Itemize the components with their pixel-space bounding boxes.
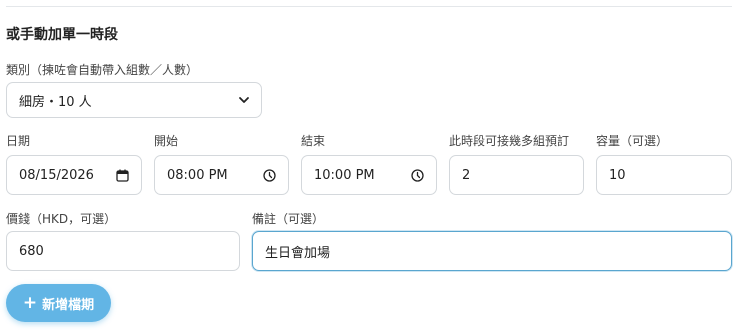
- section-title: 或手動加單一時段: [6, 27, 118, 43]
- add-slot-label: 新增檔期: [42, 297, 95, 313]
- note-input[interactable]: 生日會加場: [252, 231, 732, 271]
- note-value: 生日會加場: [265, 245, 331, 261]
- date-label: 日期: [6, 134, 31, 148]
- end-time-label: 結束: [301, 134, 326, 148]
- top-divider: [6, 6, 732, 7]
- room-select[interactable]: 細房・10 人: [6, 82, 262, 118]
- capacity-input[interactable]: 10: [596, 155, 732, 195]
- calendar-icon[interactable]: [115, 168, 129, 182]
- end-time-value: 10:00 PM: [314, 167, 375, 183]
- clock-icon[interactable]: [410, 168, 424, 182]
- capacity-label: 容量（可選）: [596, 134, 669, 148]
- start-time-value: 08:00 PM: [167, 167, 228, 183]
- clock-icon[interactable]: [262, 168, 276, 182]
- room-select-label: 類別（揀咗會自動帶入組數／人數）: [6, 63, 199, 77]
- end-time-input[interactable]: 10:00 PM: [301, 155, 437, 195]
- price-input[interactable]: 680: [6, 231, 240, 271]
- start-time-input[interactable]: 08:00 PM: [154, 155, 289, 195]
- price-value: 680: [19, 243, 44, 259]
- date-value: 08/15/2026: [19, 167, 94, 183]
- date-input[interactable]: 08/15/2026: [6, 155, 142, 195]
- room-select-value: 細房・10 人: [19, 94, 92, 110]
- note-label: 備註（可選）: [252, 212, 325, 226]
- groups-value: 2: [462, 167, 471, 183]
- groups-input[interactable]: 2: [449, 155, 584, 195]
- groups-label: 此時段可接幾多組預訂: [449, 134, 570, 148]
- capacity-value: 10: [609, 167, 626, 183]
- start-time-label: 開始: [154, 134, 179, 148]
- plus-icon: +: [22, 292, 38, 313]
- chevron-down-icon: [237, 93, 251, 107]
- price-label: 價錢（HKD，可選）: [6, 212, 117, 226]
- add-slot-button[interactable]: + 新增檔期: [6, 284, 111, 322]
